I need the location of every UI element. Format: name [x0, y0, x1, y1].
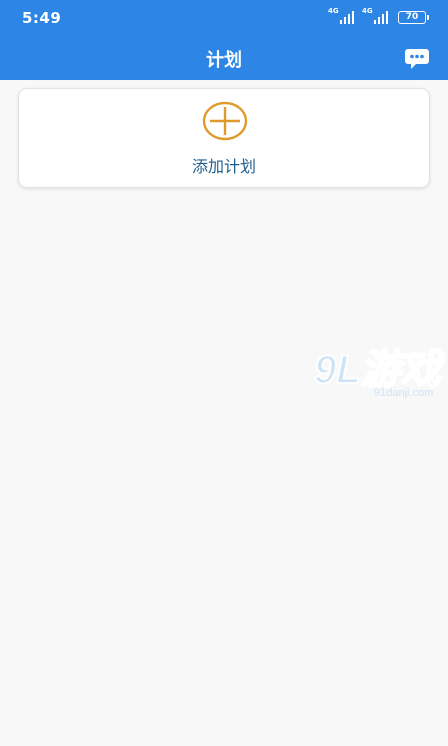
battery-level: 70 [405, 11, 419, 22]
top-app-bar: 5:49 4G 4G 70 计划 [0, 0, 448, 80]
watermark-brand: 9L游戏 [314, 348, 446, 392]
chat-bubble-icon[interactable] [404, 48, 430, 70]
network-type-label-2: 4G [362, 7, 373, 15]
status-icons: 4G 4G 70 [328, 8, 429, 24]
page-title: 计划 [206, 50, 242, 71]
add-plan-label: 添加计划 [191, 157, 256, 176]
watermark-logo: 9L游戏 91danji.com [313, 347, 447, 399]
add-plan-button[interactable]: 添加计划 [18, 88, 430, 188]
watermark-url: 91danji.com [374, 387, 433, 399]
status-time: 5:49 [22, 9, 62, 27]
cellular-signal-icon: 4G [328, 8, 354, 24]
battery-icon: 70 [398, 10, 429, 24]
network-type-label: 4G [328, 7, 339, 15]
cellular-signal-icon-2: 4G [362, 8, 388, 24]
add-circle-icon [202, 101, 248, 141]
